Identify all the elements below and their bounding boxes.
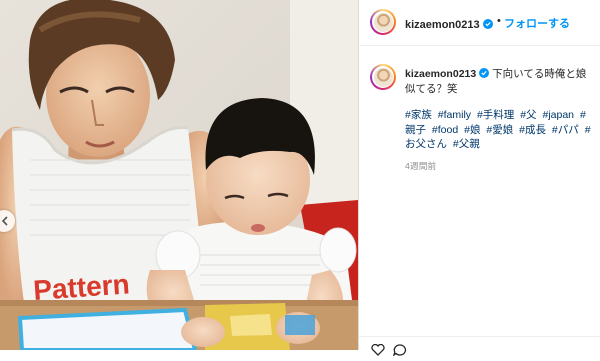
verified-badge-icon xyxy=(479,68,490,78)
photo-illustration: Pattern xyxy=(0,0,358,350)
caption: kizaemon0213 下向いてる時俺と娘似てる？笑 xyxy=(405,67,591,97)
hashtag-link[interactable]: #手料理 xyxy=(477,109,514,121)
hashtag-link[interactable]: #父 xyxy=(520,109,536,121)
separator-dot: • xyxy=(497,15,501,27)
chevron-left-icon xyxy=(2,216,8,226)
hashtag-link[interactable]: #成長 xyxy=(519,124,546,136)
comment-icon xyxy=(392,344,407,357)
avatar[interactable] xyxy=(370,9,396,35)
post-header: kizaemon0213 • フォローする xyxy=(359,0,600,46)
hashtag-link[interactable]: #父親 xyxy=(453,138,480,150)
comment-button[interactable] xyxy=(392,343,407,361)
post-photo: Pattern xyxy=(0,0,358,350)
header-username-row: kizaemon0213 xyxy=(405,15,493,33)
username-link[interactable]: kizaemon0213 xyxy=(405,19,480,31)
post-timestamp[interactable]: 4週間前 xyxy=(405,160,436,172)
verified-badge-icon xyxy=(482,19,493,29)
post-side-panel: kizaemon0213 • フォローする kizaemon0213 下向いてる… xyxy=(359,0,600,357)
hashtag-link[interactable]: #japan xyxy=(542,109,574,121)
hashtag-link[interactable]: #family xyxy=(438,109,471,121)
caption-username-link[interactable]: kizaemon0213 xyxy=(405,68,476,80)
hashtag-list: #家族 #family #手料理 #父 #japan #親子 #food #娘 … xyxy=(405,108,593,152)
like-button[interactable] xyxy=(371,343,385,361)
hashtag-link[interactable]: #愛娘 xyxy=(486,124,513,136)
caption-avatar[interactable] xyxy=(370,64,396,90)
hashtag-link[interactable]: #家族 xyxy=(405,109,432,121)
hashtag-link[interactable]: #娘 xyxy=(464,124,480,136)
actions-divider xyxy=(359,336,600,337)
hashtag-link[interactable]: #food xyxy=(432,124,458,136)
heart-icon xyxy=(371,343,385,356)
follow-button[interactable]: フォローする xyxy=(504,15,570,31)
hashtag-link[interactable]: #パパ xyxy=(552,124,579,136)
